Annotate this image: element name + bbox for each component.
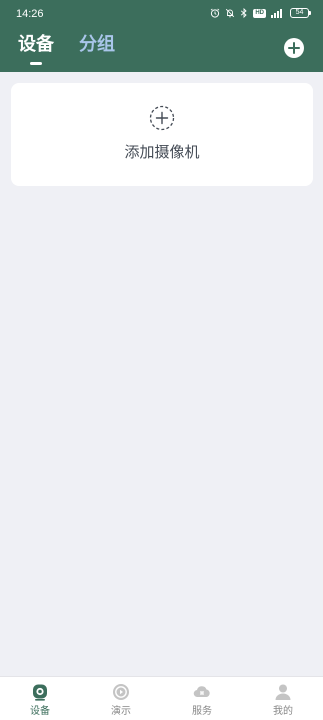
play-circle-icon	[113, 684, 129, 700]
add-camera-label: 添加摄像机	[124, 143, 200, 161]
bluetooth-icon	[241, 8, 247, 18]
hd-icon: HD	[253, 8, 266, 18]
nav-label-mine: 我的	[273, 706, 293, 717]
cloud-icon	[193, 686, 210, 698]
tab-devices[interactable]: 设备	[18, 34, 54, 56]
tab-active-indicator	[30, 62, 42, 65]
add-camera-card[interactable]: 添加摄像机	[11, 83, 313, 186]
status-time: 14:26	[16, 8, 44, 20]
battery-indicator: 54	[290, 8, 311, 18]
plus-circle-icon[interactable]	[284, 38, 304, 58]
nav-label-service: 服务	[192, 706, 212, 717]
camera-icon	[33, 684, 47, 701]
user-icon	[275, 684, 291, 700]
alarm-icon	[211, 8, 220, 18]
nav-item-service[interactable]: 服务	[162, 677, 242, 720]
nav-item-mine[interactable]: 我的	[243, 677, 323, 720]
signal-icon	[271, 9, 282, 18]
bottom-navigation: 设备 演示 服务 我的	[0, 676, 323, 720]
mute-icon	[226, 8, 235, 18]
tab-groups[interactable]: 分组	[79, 34, 115, 56]
nav-item-demo[interactable]: 演示	[81, 677, 161, 720]
nav-label-devices: 设备	[30, 706, 50, 717]
nav-item-devices[interactable]: 设备	[0, 677, 80, 720]
status-bar: 14:26 HD 54	[0, 0, 323, 28]
status-icons: HD 54	[210, 8, 311, 18]
dashed-plus-circle-icon	[149, 105, 175, 131]
nav-label-demo: 演示	[111, 706, 131, 717]
top-app-bar: 14:26 HD 54 设备 分组	[0, 0, 323, 72]
